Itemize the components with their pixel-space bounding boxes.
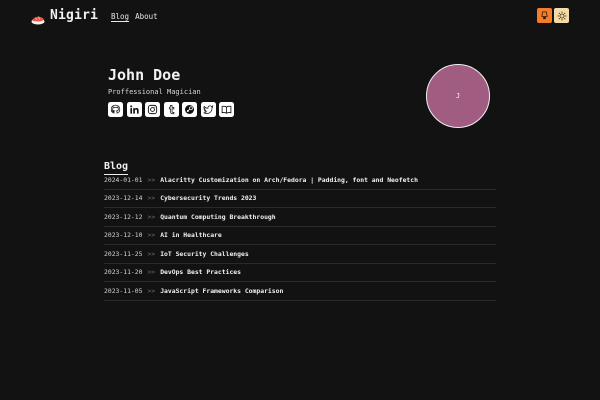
post-separator: >> <box>147 268 156 277</box>
lamp-button[interactable] <box>537 8 552 23</box>
github-icon <box>110 104 121 114</box>
avatar-initial: J <box>455 92 461 100</box>
sun-icon <box>557 11 566 20</box>
post-date: 2023-12-12 <box>104 212 143 221</box>
list-item[interactable]: 2023-11-05 >> JavaScript Frameworks Comp… <box>104 282 496 301</box>
steam-link[interactable] <box>182 102 197 117</box>
book-icon <box>221 105 232 114</box>
theme-toggle-button[interactable] <box>554 8 569 23</box>
post-title-link[interactable]: JavaScript Frameworks Comparison <box>160 287 283 295</box>
list-item[interactable]: 2023-12-10 >> AI in Healthcare <box>104 227 496 245</box>
steam-icon <box>185 105 194 114</box>
post-separator: >> <box>147 231 156 240</box>
linkedin-icon <box>129 105 139 114</box>
main-nav: Blog About <box>111 12 158 21</box>
profile-title: Proffessional Magician <box>108 88 201 96</box>
post-separator: >> <box>147 286 156 295</box>
post-list: 2024-01-01 >> Alacritty Customization on… <box>104 171 496 301</box>
site-header: Nigiri Blog About <box>0 0 600 34</box>
linkedin-link[interactable] <box>126 102 142 117</box>
profile-section: John Doe Proffessional Magician <box>108 66 428 117</box>
post-title-link[interactable]: Alacritty Customization on Arch/Fedora |… <box>160 176 418 184</box>
post-date: 2024-01-01 <box>104 175 143 184</box>
list-item[interactable]: 2023-11-25 >> IoT Security Challenges <box>104 245 496 264</box>
instagram-icon <box>147 104 158 115</box>
post-title-link[interactable]: AI in Healthcare <box>160 231 222 239</box>
post-title-link[interactable]: Cybersecurity Trends 2023 <box>160 194 256 202</box>
github-link[interactable] <box>108 102 123 117</box>
brand-title: Nigiri <box>50 8 99 23</box>
post-title-link[interactable]: Quantum Computing Breakthrough <box>160 213 275 221</box>
list-item[interactable]: 2023-12-14 >> Cybersecurity Trends 2023 <box>104 190 496 208</box>
post-date: 2023-12-10 <box>104 231 143 240</box>
post-separator: >> <box>147 212 156 221</box>
list-item[interactable]: 2024-01-01 >> Alacritty Customization on… <box>104 171 496 190</box>
post-date: 2023-11-25 <box>104 249 143 258</box>
social-links <box>108 102 428 117</box>
nav-blog[interactable]: Blog <box>111 12 129 21</box>
post-title-link[interactable]: IoT Security Challenges <box>160 250 249 258</box>
post-separator: >> <box>147 175 156 184</box>
sushi-icon <box>31 10 45 24</box>
post-separator: >> <box>147 249 156 258</box>
tumblr-link[interactable] <box>163 102 179 117</box>
post-date: 2023-11-20 <box>104 268 143 277</box>
list-item[interactable]: 2023-12-12 >> Quantum Computing Breakthr… <box>104 208 496 227</box>
nav-about[interactable]: About <box>135 12 158 21</box>
post-separator: >> <box>147 194 156 203</box>
instagram-link[interactable] <box>145 102 160 117</box>
header-actions <box>537 8 569 23</box>
profile-name: John Doe <box>108 66 181 84</box>
post-date: 2023-11-05 <box>104 286 143 295</box>
twitter-icon <box>202 104 213 114</box>
twitter-link[interactable] <box>200 102 216 117</box>
page: Nigiri Blog About John Doe Proffessional… <box>0 0 600 400</box>
post-date: 2023-12-14 <box>104 194 143 203</box>
lamp-icon <box>541 11 548 20</box>
brand-link[interactable]: Nigiri <box>31 8 99 24</box>
list-item[interactable]: 2023-11-20 >> DevOps Best Practices <box>104 264 496 282</box>
post-title-link[interactable]: DevOps Best Practices <box>160 268 241 276</box>
book-link[interactable] <box>219 102 234 117</box>
tumblr-icon <box>168 105 174 115</box>
avatar: J <box>426 64 490 128</box>
